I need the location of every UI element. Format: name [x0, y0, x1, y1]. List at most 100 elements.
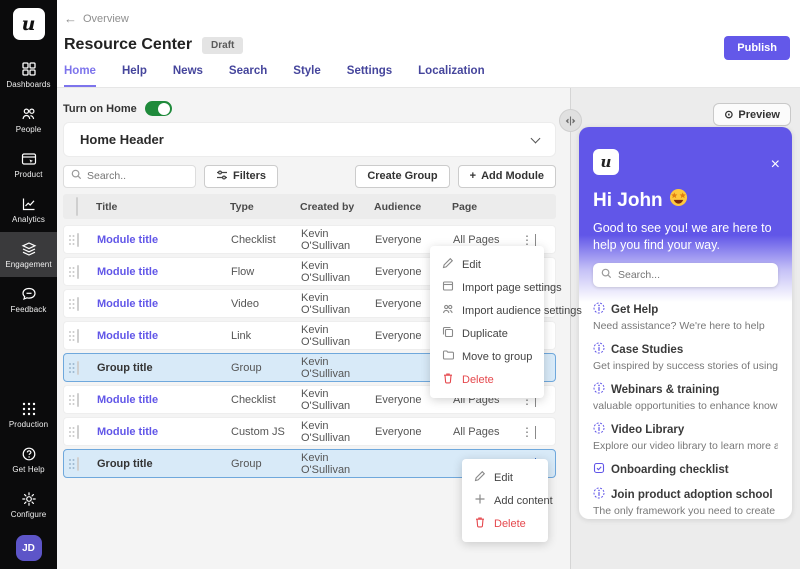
- search-icon: [71, 167, 82, 185]
- menu-item-import-page-settings[interactable]: Import page settings: [430, 276, 544, 299]
- widget-greeting: Hi John: [593, 190, 663, 212]
- widget-item-onboarding-checklist[interactable]: Onboarding checklist: [593, 462, 778, 478]
- row-checkbox[interactable]: [77, 425, 79, 439]
- home-header-section[interactable]: Home Header: [63, 122, 556, 157]
- widget-item-adoption-school[interactable]: Join product adoption school The only fr…: [593, 487, 778, 518]
- sidebar-item-get-help[interactable]: Get Help: [0, 437, 57, 482]
- row-checkbox[interactable]: [77, 265, 79, 279]
- info-icon: [593, 487, 605, 503]
- tab-localization[interactable]: Localization: [418, 65, 484, 87]
- tab-help[interactable]: Help: [122, 65, 147, 87]
- row-expand-chevron[interactable]: [535, 234, 536, 247]
- add-module-button[interactable]: + Add Module: [458, 165, 556, 188]
- menu-item-delete[interactable]: Delete: [462, 512, 548, 535]
- tab-news[interactable]: News: [173, 65, 203, 87]
- back-arrow-icon: ←: [64, 11, 77, 26]
- gear-icon: [21, 491, 37, 507]
- info-icon: [593, 302, 605, 318]
- tab-settings[interactable]: Settings: [347, 65, 392, 87]
- tab-style[interactable]: Style: [293, 65, 321, 87]
- menu-item-edit[interactable]: Edit: [430, 253, 544, 276]
- kebab-menu-icon[interactable]: ⋮: [519, 233, 535, 247]
- production-icon: [21, 401, 37, 417]
- module-search[interactable]: [63, 165, 196, 188]
- create-group-button[interactable]: Create Group: [355, 165, 449, 188]
- search-icon: [601, 266, 612, 284]
- drag-handle-icon[interactable]: [68, 234, 75, 246]
- module-title-link[interactable]: Module title: [97, 298, 231, 310]
- menu-item-move-to-group[interactable]: Move to group: [430, 345, 544, 368]
- audience-icon: [442, 303, 454, 318]
- widget-search[interactable]: [593, 263, 778, 287]
- help-icon: [21, 446, 37, 462]
- drag-handle-icon[interactable]: [68, 330, 75, 342]
- userpilot-logo[interactable]: u: [13, 8, 45, 40]
- kebab-menu-icon[interactable]: ⋮: [519, 425, 535, 439]
- row-checkbox[interactable]: [77, 393, 79, 407]
- menu-item-edit[interactable]: Edit: [462, 466, 548, 489]
- drag-handle-icon[interactable]: [68, 298, 75, 310]
- engagement-icon: [21, 241, 37, 257]
- menu-item-duplicate[interactable]: Duplicate: [430, 322, 544, 345]
- sidebar-item-label: Dashboards: [6, 80, 50, 89]
- menu-item-add-content[interactable]: Add content: [462, 489, 548, 512]
- search-input[interactable]: [87, 170, 188, 182]
- row-checkbox[interactable]: [77, 297, 79, 311]
- row-context-menu: Edit Import page settings Import audienc…: [430, 246, 544, 398]
- filters-button[interactable]: Filters: [204, 165, 278, 188]
- sidebar-item-people[interactable]: People: [0, 97, 57, 142]
- module-title-link[interactable]: Module title: [97, 426, 231, 438]
- module-title-link[interactable]: Module title: [97, 266, 231, 278]
- menu-item-import-audience-settings[interactable]: Import audience settings: [430, 299, 544, 322]
- tab-search[interactable]: Search: [229, 65, 267, 87]
- drag-handle-icon[interactable]: [68, 458, 75, 470]
- drag-handle-icon[interactable]: [68, 394, 75, 406]
- widget-item-get-help[interactable]: Get Help Need assistance? We're here to …: [593, 302, 778, 333]
- drag-handle-icon[interactable]: [68, 426, 75, 438]
- sidebar-item-label: Product: [14, 170, 42, 179]
- module-title-link[interactable]: Module title: [97, 234, 231, 246]
- breadcrumb[interactable]: ← Overview: [64, 11, 129, 26]
- widget-search-input[interactable]: [618, 269, 770, 281]
- checklist-icon: [593, 462, 605, 478]
- panel-resize-handle[interactable]: [559, 109, 582, 132]
- tab-home[interactable]: Home: [64, 65, 96, 87]
- publish-button[interactable]: Publish: [724, 36, 790, 60]
- sidebar-item-engagement[interactable]: Engagement: [0, 232, 57, 277]
- drag-handle-icon[interactable]: [68, 362, 75, 374]
- preview-button[interactable]: ⊙ Preview: [713, 103, 791, 126]
- sidebar-item-configure[interactable]: Configure: [0, 482, 57, 527]
- drag-handle-icon[interactable]: [68, 266, 75, 278]
- row-expand-chevron[interactable]: [535, 426, 536, 439]
- widget-item-case-studies[interactable]: Case Studies Get inspired by success sto…: [593, 342, 778, 373]
- table-row[interactable]: Module title Custom JS Kevin O'Sullivan …: [63, 417, 556, 446]
- row-checkbox[interactable]: [77, 361, 79, 375]
- widget-item-video-library[interactable]: Video Library Explore our video library …: [593, 422, 778, 453]
- plus-icon: +: [470, 170, 476, 182]
- sidebar: u Dashboards People Product Analytics En…: [0, 0, 57, 569]
- user-avatar[interactable]: JD: [16, 535, 42, 561]
- sidebar-item-analytics[interactable]: Analytics: [0, 187, 57, 232]
- row-checkbox[interactable]: [77, 329, 79, 343]
- row-checkbox[interactable]: [77, 457, 79, 471]
- close-icon[interactable]: ×: [771, 157, 780, 173]
- sidebar-item-production[interactable]: Production: [0, 392, 57, 437]
- group-title[interactable]: Group title: [97, 362, 231, 374]
- group-title[interactable]: Group title: [97, 458, 231, 470]
- module-title-link[interactable]: Module title: [97, 330, 231, 342]
- sidebar-item-dashboards[interactable]: Dashboards: [0, 52, 57, 97]
- widget-item-webinars[interactable]: Webinars & training valuable opportuniti…: [593, 382, 778, 413]
- select-all-checkbox[interactable]: [76, 197, 78, 216]
- tab-bar: Home Help News Search Style Settings Loc…: [64, 65, 485, 87]
- plus-icon: [474, 493, 486, 508]
- module-title-link[interactable]: Module title: [97, 394, 231, 406]
- column-created-by: Created by: [300, 201, 374, 213]
- pencil-icon: [442, 257, 454, 272]
- menu-item-delete[interactable]: Delete: [430, 368, 544, 391]
- sidebar-item-label: Production: [9, 420, 48, 429]
- sidebar-item-product[interactable]: Product: [0, 142, 57, 187]
- trash-icon: [474, 516, 486, 531]
- row-checkbox[interactable]: [77, 233, 79, 247]
- home-toggle[interactable]: [145, 101, 172, 116]
- sidebar-item-feedback[interactable]: Feedback: [0, 277, 57, 322]
